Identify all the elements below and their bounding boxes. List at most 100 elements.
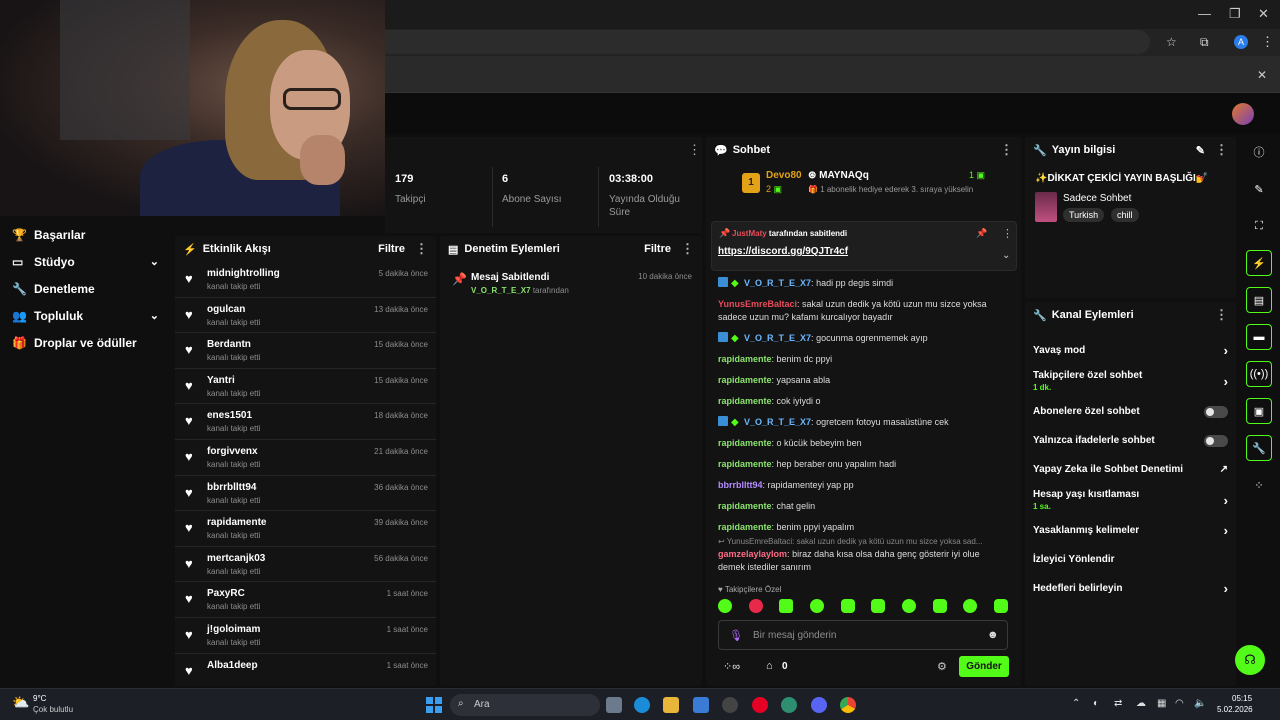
feed-row[interactable]: ♥ ogulcan kanalı takip etti 13 dakika önce: [175, 298, 436, 334]
windows-start-icon[interactable]: [426, 697, 442, 713]
channel-action-row[interactable]: Abonelere özel sohbet: [1025, 397, 1236, 426]
extensions-icon[interactable]: ⧉: [1200, 35, 1209, 50]
emote-icon[interactable]: [779, 599, 794, 613]
clock-time[interactable]: 05:15: [1232, 694, 1252, 703]
tray-icon[interactable]: ⇄: [1114, 698, 1122, 709]
file-explorer-icon[interactable]: [663, 697, 679, 713]
chat-username[interactable]: rapidamente: [718, 459, 772, 469]
chat-username[interactable]: V_O_R_T_E_X7: [744, 417, 811, 427]
feed-user[interactable]: rapidamente: [207, 517, 266, 528]
channel-menu-icon[interactable]: ⋮: [1215, 307, 1228, 323]
feed-row[interactable]: ♥ forgivvenx kanalı takip etti 21 dakika ön…: [175, 440, 436, 476]
feed-user[interactable]: midnightrolling: [207, 268, 280, 279]
feed-user[interactable]: PaxyRC: [207, 588, 260, 599]
chat-message[interactable]: rapidamente: hep beraber onu yapalım had…: [718, 454, 1014, 475]
tray-icon[interactable]: ◐: [1093, 698, 1099, 709]
stream-info-menu-icon[interactable]: ⋮: [1215, 142, 1228, 158]
feed-user[interactable]: Alba1deep: [207, 660, 258, 671]
close-window-icon[interactable]: ✕: [1258, 6, 1269, 22]
chat-username[interactable]: V_O_R_T_E_X7: [744, 278, 811, 288]
feed-user[interactable]: ogulcan: [207, 304, 260, 315]
feed-user[interactable]: mertcanjk03: [207, 553, 265, 564]
emote-icon[interactable]: [963, 599, 978, 613]
globe-icon[interactable]: [781, 697, 797, 713]
info-icon[interactable]: ⓘ: [1246, 139, 1272, 165]
feed-row[interactable]: ♥ midnightrolling kanalı takip etti 5 dakik…: [175, 262, 436, 298]
send-button[interactable]: Gönder: [959, 656, 1009, 677]
chat-message[interactable]: ◆ V_O_R_T_E_X7: ogretcem fotoyu masaüstün…: [718, 412, 1014, 433]
document-icon[interactable]: ▤: [1246, 287, 1272, 313]
feed-row[interactable]: ♥ Alba1deep 1 saat önce: [175, 654, 436, 690]
chevron-down-icon[interactable]: ⌄: [1002, 250, 1010, 261]
feed-row[interactable]: ♥ mertcanjk03 kanalı takip etti 56 dakika ö…: [175, 547, 436, 583]
clock-date[interactable]: 5.02.2026: [1217, 705, 1253, 714]
infinity-icon[interactable]: ⁘∞: [723, 660, 740, 673]
channel-action-row[interactable]: Hesap yaşı kısıtlaması 1 sa. ›: [1025, 484, 1236, 516]
minimize-icon[interactable]: —: [1198, 6, 1211, 21]
bookmark-star-icon[interactable]: ☆: [1166, 35, 1177, 49]
tray-chevron-icon[interactable]: ⌃: [1072, 698, 1080, 709]
edit-pencil-icon[interactable]: ✎: [1246, 176, 1272, 202]
chat-message[interactable]: rapidamente: yapsana abla: [718, 370, 1014, 391]
channel-action-row[interactable]: Takipçilere özel sohbet 1 dk. ›: [1025, 365, 1236, 397]
profile-avatar[interactable]: A: [1234, 35, 1248, 49]
weather-temp[interactable]: 9°C: [33, 694, 46, 703]
edit-pencil-icon[interactable]: ✎: [1196, 144, 1205, 157]
pinned-menu-icon[interactable]: ⋮: [1002, 227, 1013, 240]
wifi-icon[interactable]: ◠: [1175, 698, 1184, 709]
feed-row[interactable]: ♥ enes1501 kanalı takip etti 18 dakika önce: [175, 404, 436, 440]
chat-message[interactable]: ◆ V_O_R_T_E_X7: hadi pp degis simdi: [718, 273, 1014, 294]
chat-message[interactable]: ◆ V_O_R_T_E_X7: gocunma ogrenmemek ayıp: [718, 328, 1014, 349]
user-avatar[interactable]: [1232, 103, 1254, 125]
chat-username[interactable]: rapidamente: [718, 354, 772, 364]
channel-action-row[interactable]: İzleyici Yönlendir: [1025, 545, 1236, 574]
mod-menu-icon[interactable]: ⋮: [681, 241, 694, 257]
chat-username[interactable]: rapidamente: [718, 438, 772, 448]
channel-action-row[interactable]: Yavaş mod ›: [1025, 336, 1236, 365]
channel-action-row[interactable]: Yalnızca ifadelerle sohbet: [1025, 426, 1236, 455]
chat-message[interactable]: bbrrblltt94: rapidamenteyi yap pp: [718, 475, 1014, 496]
chat-username[interactable]: YunusEmreBaltaci: [718, 299, 797, 309]
sidebar-item-denetleme[interactable]: 🔧 Denetleme: [0, 275, 173, 302]
feed-user[interactable]: j!goloimam: [207, 624, 260, 635]
task-view-icon[interactable]: [606, 697, 622, 713]
chat-message[interactable]: rapidamente: chat gelin: [718, 496, 1014, 517]
pinterest-icon[interactable]: [752, 697, 768, 713]
feed-user[interactable]: bbrrblltt94: [207, 482, 260, 493]
feed-row[interactable]: ♥ bbrrblltt94 kanalı takip etti 36 dakika ö…: [175, 476, 436, 512]
emote-icon[interactable]: [932, 599, 947, 613]
emote-icon[interactable]: [871, 599, 886, 613]
broadcast-icon[interactable]: ((•)): [1246, 361, 1272, 387]
chat-message[interactable]: rapidamente: benim dc ppyi: [718, 349, 1014, 370]
emote-icon[interactable]: [840, 599, 855, 613]
feed-user[interactable]: Yantri: [207, 375, 260, 386]
cloud-icon[interactable]: ☁: [1136, 698, 1146, 709]
support-headset-icon[interactable]: ☊: [1235, 645, 1265, 675]
fullscreen-icon[interactable]: ⛶: [1246, 213, 1272, 239]
microphone-icon[interactable]: 🎙: [729, 629, 743, 642]
channel-action-row[interactable]: Yasaklanmış kelimeler ›: [1025, 516, 1236, 545]
chat-username[interactable]: rapidamente: [718, 375, 772, 385]
maximize-icon[interactable]: ❐: [1229, 6, 1241, 22]
feed-filter-button[interactable]: Filtre: [378, 243, 405, 255]
close-infobar-icon[interactable]: ✕: [1257, 68, 1267, 82]
feed-row[interactable]: ♥ PaxyRC kanalı takip etti 1 saat önce: [175, 582, 436, 618]
store-icon[interactable]: ⌂: [766, 660, 773, 672]
settings-gear-icon[interactable]: ⚙: [937, 660, 947, 673]
feed-row[interactable]: ♥ rapidamente kanalı takip etti 39 dakika ö…: [175, 511, 436, 547]
chat-message[interactable]: YunusEmreBaltaci: sakal uzun dedik ya kö…: [718, 294, 1014, 328]
sidebar-item-droplar[interactable]: 🎁 Droplar ve ödüller: [0, 329, 173, 356]
channel-action-row[interactable]: Hedefleri belirleyin ›: [1025, 574, 1236, 603]
emoji-icon[interactable]: ☻: [987, 629, 999, 641]
volume-icon[interactable]: 🔈: [1194, 698, 1206, 709]
feed-user[interactable]: Berdantn: [207, 339, 260, 350]
community-icon[interactable]: ⁘: [1246, 472, 1272, 498]
moderation-icon[interactable]: ▣: [1246, 398, 1272, 424]
emote-icon[interactable]: [901, 599, 916, 613]
sidebar-item-basarilar[interactable]: 🏆 Başarılar: [0, 221, 173, 248]
chat-menu-icon[interactable]: ⋮: [1000, 142, 1013, 158]
taskbar-search[interactable]: ⌕ Ara: [450, 694, 600, 716]
unpin-icon[interactable]: 📌: [976, 228, 987, 239]
lightning-icon[interactable]: ⚡: [1246, 250, 1272, 276]
sidebar-item-topluluk[interactable]: 👥 Topluluk ⌄: [0, 302, 173, 329]
